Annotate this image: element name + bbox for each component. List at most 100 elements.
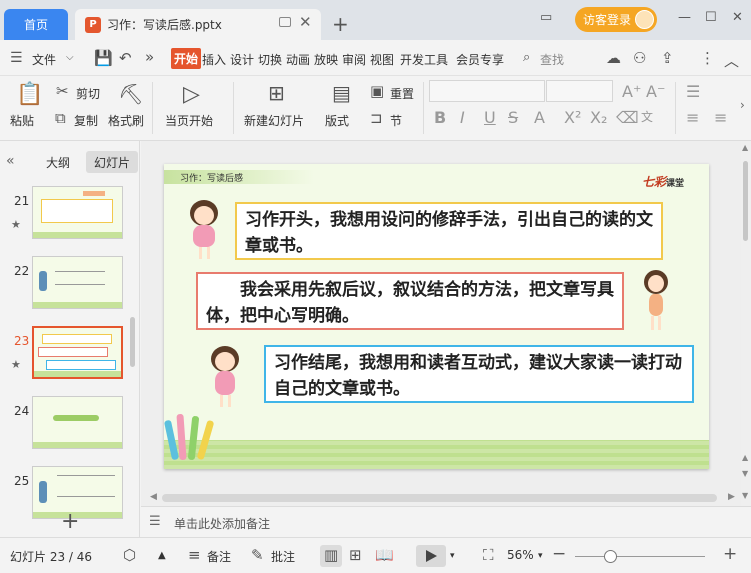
theme-icon[interactable]: ⬡ [123, 546, 136, 564]
menu-review[interactable]: 审阅 [342, 51, 366, 68]
copy-icon[interactable]: ⧉ [55, 109, 66, 127]
user-share-icon[interactable]: ⚇ [633, 49, 646, 67]
decrease-font-icon[interactable]: A⁻ [646, 82, 665, 101]
font-size-select[interactable] [546, 80, 613, 102]
zoom-slider[interactable] [575, 556, 705, 557]
chevron-up-icon[interactable]: ▲ [158, 550, 166, 561]
notes-toggle-icon[interactable]: ≡ [188, 546, 201, 564]
zoom-slider-handle[interactable] [604, 550, 617, 563]
close-tab-icon[interactable]: ✕ [299, 13, 312, 31]
zoom-in-icon[interactable]: + [723, 544, 737, 564]
chevron-down-icon[interactable]: ⌵ [66, 52, 74, 63]
vertical-scroll-thumb[interactable] [743, 161, 748, 241]
section-icon[interactable]: ⊐ [370, 109, 383, 127]
page-down-icon[interactable]: ▼ [742, 469, 748, 478]
login-button[interactable]: 访客登录 [575, 7, 657, 32]
window-pin-icon[interactable] [279, 17, 291, 27]
notes-pane[interactable]: ☰ 单击此处添加备注 [141, 506, 751, 537]
scroll-up-icon[interactable]: ▲ [742, 143, 748, 152]
copy-button[interactable]: 复制 [74, 112, 98, 129]
strikethrough-icon[interactable]: S [508, 108, 518, 127]
comment-button[interactable]: 批注 [271, 548, 295, 565]
slideshow-play-button[interactable] [416, 545, 446, 567]
scroll-left-icon[interactable]: ◀ [150, 492, 157, 502]
format-painter-icon[interactable]: ⛏ [118, 82, 143, 106]
window-list-icon[interactable]: ▭ [540, 10, 552, 25]
minimize-icon[interactable]: — [678, 10, 691, 25]
tab-slides[interactable]: 幻灯片 [86, 151, 138, 173]
play-options-chevron-icon[interactable]: ▾ [450, 551, 455, 561]
align-center-icon[interactable]: ≡ [714, 108, 727, 127]
collapse-ribbon-icon[interactable]: ︿ [724, 50, 739, 71]
clear-format-icon[interactable]: ⌫ [616, 108, 639, 127]
phonetic-guide-icon[interactable]: 文 [641, 108, 653, 125]
text-box-opening[interactable]: 习作开头，我想用设问的修辞手法，引出自己的读的文章或书。 [235, 202, 663, 260]
hamburger-icon[interactable]: ☰ [10, 50, 23, 66]
close-window-icon[interactable]: ✕ [732, 10, 743, 25]
ribbon-scroll-right-icon[interactable]: › [740, 98, 745, 112]
menu-view[interactable]: 视图 [370, 51, 394, 68]
reset-icon[interactable]: ▣ [370, 82, 384, 100]
menu-developer[interactable]: 开发工具 [400, 51, 448, 68]
horizontal-scroll-thumb[interactable] [162, 494, 717, 502]
bold-icon[interactable]: B [434, 108, 446, 127]
save-icon[interactable]: 💾 [94, 49, 113, 67]
menu-start[interactable]: 开始 [171, 48, 201, 69]
menu-design[interactable]: 设计 [230, 51, 254, 68]
horizontal-scrollbar[interactable]: ◀ ▶ [150, 492, 740, 504]
subscript-icon[interactable]: X₂ [590, 108, 607, 127]
menu-slideshow[interactable]: 放映 [314, 51, 338, 68]
more-icon[interactable]: ⋮ [700, 49, 715, 67]
play-circle-icon[interactable]: ▷ [183, 82, 200, 107]
reset-button[interactable]: 重置 [390, 85, 414, 102]
thumbnail-scrollbar[interactable] [130, 317, 135, 367]
notes-toggle-button[interactable]: 备注 [207, 548, 231, 565]
cloud-icon[interactable]: ☁ [606, 49, 621, 67]
italic-icon[interactable]: I [460, 108, 465, 127]
underline-icon[interactable]: U [484, 108, 496, 127]
format-painter-button[interactable]: 格式刷 [108, 112, 144, 129]
text-box-ending[interactable]: 习作结尾，我想用和读者互动式，建议大家读一读打动自己的文章或书。 [264, 345, 694, 403]
menu-transition[interactable]: 切换 [258, 51, 282, 68]
menu-animation[interactable]: 动画 [286, 51, 310, 68]
layout-icon[interactable]: ▤ [332, 81, 351, 105]
menu-insert[interactable]: 插入 [202, 51, 226, 68]
cut-icon[interactable]: ✂ [56, 82, 69, 100]
tab-outline[interactable]: 大纲 [46, 154, 70, 171]
scroll-right-icon[interactable]: ▶ [728, 492, 735, 502]
increase-font-icon[interactable]: A⁺ [622, 82, 641, 101]
align-left-icon[interactable]: ≡ [686, 108, 699, 127]
undo-icon[interactable]: ↶ [119, 49, 132, 67]
font-family-select[interactable] [429, 80, 545, 102]
slide-thumbnail-23[interactable]: 23 ★ [0, 325, 135, 383]
notes-placeholder[interactable]: 单击此处添加备注 [174, 515, 270, 532]
paste-icon[interactable]: 📋 [16, 82, 43, 107]
add-slide-icon[interactable]: + [61, 509, 79, 534]
vertical-scrollbar[interactable]: ▲ ▲ ▼ ▼ [741, 141, 751, 506]
scroll-down-icon[interactable]: ▼ [742, 491, 748, 500]
reading-view-icon[interactable]: 📖 [375, 546, 394, 564]
page-up-icon[interactable]: ▲ [742, 453, 748, 462]
paste-button[interactable]: 粘贴 [10, 112, 34, 129]
maximize-icon[interactable]: ☐ [705, 10, 717, 25]
slide-thumbnail-21[interactable]: 21 ★ [0, 185, 135, 243]
bullet-list-icon[interactable]: ☰ [686, 82, 700, 101]
more-quick-icon[interactable]: » [145, 48, 154, 66]
slide-thumbnail-22[interactable]: 22 [0, 255, 135, 313]
tab-document[interactable]: P 习作：写读后感.pptx ✕ [75, 9, 321, 40]
search-icon[interactable]: ⌕ [523, 50, 530, 65]
text-box-body[interactable]: 我会采用先叙后议，叙议结合的方法，把文章写具体，把中心写明确。 [196, 272, 624, 330]
new-tab-icon[interactable]: + [332, 12, 349, 36]
layout-button[interactable]: 版式 [325, 112, 349, 129]
slide-sorter-icon[interactable]: ⊞ [349, 546, 362, 564]
zoom-chevron-icon[interactable]: ▾ [538, 551, 543, 561]
fit-window-icon[interactable]: ⛶ [483, 546, 494, 564]
search-label[interactable]: 查找 [540, 51, 564, 68]
zoom-level[interactable]: 56% [507, 548, 534, 562]
current-slide[interactable]: 习作：写读后感 七彩课堂 习作开头，我想用设问的修辞手法，引出自己的读的文章或书… [164, 164, 709, 469]
share-icon[interactable]: ⇪ [661, 49, 674, 67]
cut-button[interactable]: 剪切 [76, 85, 100, 102]
font-color-icon[interactable]: A [534, 108, 545, 127]
superscript-icon[interactable]: X² [564, 108, 581, 127]
comment-icon[interactable]: ✎ [251, 546, 264, 564]
